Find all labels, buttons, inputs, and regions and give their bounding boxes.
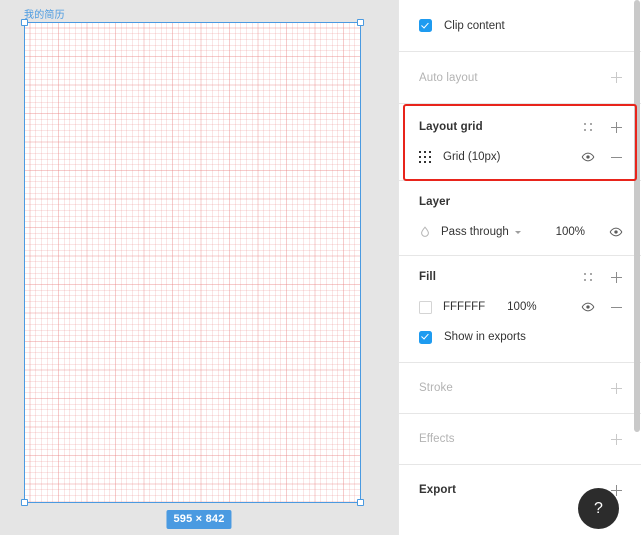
frame-surface-with-layout-grid[interactable] — [24, 22, 361, 503]
figma-editor-window: 我的简历 595 × 842 Clip content Auto layout — [0, 0, 641, 535]
toggle-layout-grid-visibility-button[interactable] — [577, 146, 599, 168]
minus-icon — [610, 306, 622, 308]
blend-mode-value[interactable]: Pass through — [441, 226, 509, 238]
add-layout-grid-button[interactable] — [605, 116, 627, 138]
fill-section: Fill FFFFFF 100% Show in exports — [399, 256, 641, 362]
layout-grid-item-row[interactable]: Grid (10px) — [419, 142, 627, 172]
fill-opacity-value[interactable]: 100% — [507, 301, 536, 313]
show-in-exports-row[interactable]: Show in exports — [419, 322, 627, 352]
chevron-down-icon[interactable] — [514, 230, 521, 234]
help-question-mark-label: ? — [594, 499, 603, 517]
panel-scrollbar[interactable] — [634, 0, 640, 432]
design-canvas[interactable]: 我的简历 595 × 842 — [0, 0, 398, 535]
clip-content-label: Clip content — [444, 19, 505, 32]
layout-grid-item-label[interactable]: Grid (10px) — [443, 151, 577, 163]
auto-layout-section: Auto layout — [399, 52, 641, 103]
selected-frame[interactable] — [21, 19, 364, 506]
blend-mode-icon — [421, 226, 429, 237]
export-title: Export — [419, 484, 457, 496]
remove-layout-grid-button[interactable] — [605, 146, 627, 168]
add-fill-button[interactable] — [605, 266, 627, 288]
plus-icon — [610, 72, 622, 83]
fill-color-swatch[interactable] — [419, 300, 432, 314]
clip-content-checkbox[interactable] — [419, 19, 432, 32]
auto-layout-row[interactable]: Auto layout — [419, 52, 627, 103]
layer-title: Layer — [419, 196, 451, 208]
effects-title: Effects — [419, 433, 455, 445]
layer-section: Layer Pass through 100% — [399, 181, 641, 255]
layout-grid-header-row: Layout grid — [419, 112, 627, 142]
layer-opacity-value[interactable]: 100% — [556, 226, 585, 238]
toggle-layer-visibility-button[interactable] — [605, 221, 627, 243]
plus-icon — [610, 271, 622, 283]
remove-fill-button[interactable] — [605, 296, 627, 318]
properties-panel[interactable]: Clip content Auto layout Layout grid Gri… — [398, 0, 641, 535]
fill-hex-value[interactable]: FFFFFF — [443, 301, 485, 313]
grid-dots-icon[interactable] — [419, 150, 432, 164]
eye-icon — [581, 152, 595, 162]
minus-icon — [610, 156, 622, 158]
show-in-exports-checkbox[interactable] — [419, 330, 432, 344]
stroke-row[interactable]: Stroke — [419, 363, 627, 413]
add-stroke-button[interactable] — [605, 377, 627, 399]
toggle-fill-visibility-button[interactable] — [577, 296, 599, 318]
effects-section: Effects — [399, 414, 641, 464]
layout-grid-section: Layout grid Grid (10px) — [399, 104, 641, 180]
frame-dimension-badge: 595 × 842 — [166, 510, 232, 529]
stroke-title: Stroke — [419, 382, 453, 394]
add-effect-button[interactable] — [605, 428, 627, 450]
layer-blend-row[interactable]: Pass through 100% — [419, 217, 627, 247]
clip-content-section: Clip content — [399, 0, 641, 51]
fill-item-row[interactable]: FFFFFF 100% — [419, 292, 627, 322]
plus-icon — [610, 433, 622, 445]
plus-icon — [610, 121, 622, 133]
fill-header-row: Fill — [419, 262, 627, 292]
eye-icon — [581, 302, 595, 312]
eye-icon — [609, 227, 623, 237]
show-in-exports-label: Show in exports — [444, 331, 526, 343]
frame-name-label[interactable]: 我的简历 — [24, 10, 65, 22]
plus-icon — [610, 382, 622, 394]
layout-grid-title: Layout grid — [419, 121, 483, 133]
four-dots-icon — [583, 122, 593, 132]
layout-grid-styles-button[interactable] — [577, 116, 599, 138]
four-dots-icon — [583, 272, 593, 282]
fill-title: Fill — [419, 271, 437, 283]
layer-header-row: Layer — [419, 187, 627, 217]
fill-styles-button[interactable] — [577, 266, 599, 288]
help-button[interactable]: ? — [578, 488, 619, 529]
auto-layout-title: Auto layout — [419, 71, 478, 84]
effects-row[interactable]: Effects — [419, 414, 627, 464]
clip-content-row[interactable]: Clip content — [419, 0, 627, 51]
stroke-section: Stroke — [399, 363, 641, 413]
add-auto-layout-button[interactable] — [605, 67, 627, 89]
